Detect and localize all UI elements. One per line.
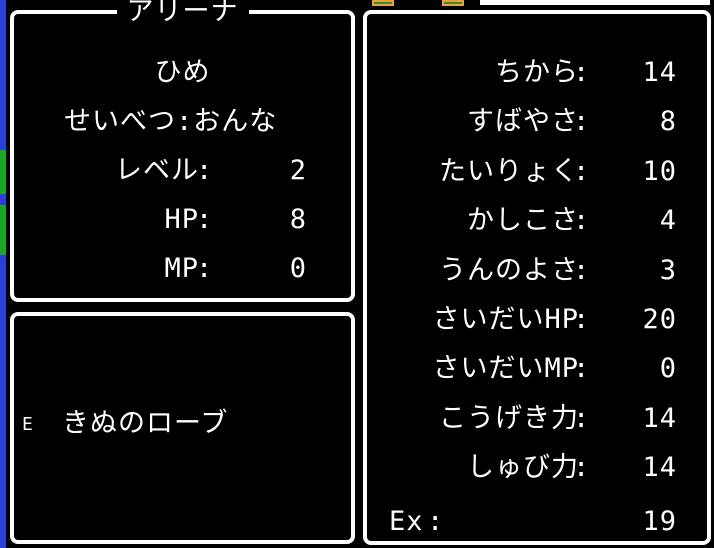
mp-colon: : [196,253,214,284]
gender-colon: : [176,106,194,137]
exp-row: Ex : 19 [367,505,707,539]
exp-value: 19 [642,506,677,537]
stat-colon: : [573,106,591,138]
stat-colon: : [573,205,591,237]
stat-colon: : [573,254,591,286]
level-label: レベル [115,155,199,186]
background-strip-left [0,0,6,548]
character-title: ひめ [154,57,211,88]
stat-colon: : [573,452,591,484]
equipped-marker: E [22,414,34,435]
stat-label: こうげき力 [439,402,579,434]
stat-label: すばやさ [467,106,579,138]
stat-row: ちから: 14 [367,56,707,90]
mp-label: MP [164,253,199,284]
stat-value: 14 [642,452,677,484]
stat-colon: : [573,57,591,88]
stat-value: 4 [659,205,677,237]
status-window: アリーナ ひめ せいべつ:おんな レベル : 2 HP : 8 MP : 0 [10,0,355,302]
mp-value: 0 [289,253,307,284]
stat-row: うんのよさ: 3 [367,254,707,288]
gender-value: おんな [193,106,278,137]
stat-row: たいりょく: 10 [367,155,707,189]
background-grass-tile [0,205,6,255]
equipment-window: E きぬのローブ [10,312,355,544]
stat-row: かしこさ: 4 [367,204,707,238]
hp-value: 8 [289,204,307,235]
stat-row: すばやさ: 8 [367,105,707,139]
stat-value: 20 [642,304,677,335]
party-sprite-icon [442,0,464,6]
mp-row: MP : 0 [14,252,359,286]
stat-value: 0 [659,353,677,385]
stat-label: うんのよさ [439,254,579,286]
stat-value: 14 [642,402,677,434]
background-grass-tile [0,150,6,194]
exp-label: Ex [389,506,424,537]
stat-row: さいだいHP: 20 [367,303,707,337]
stat-value: 10 [642,155,677,187]
stat-value: 3 [659,254,677,286]
character-name: アリーナ [116,0,249,30]
stat-label: ちから [495,57,579,88]
stat-label: かしこさ [467,205,579,237]
stat-row: しゅび力: 14 [367,451,707,485]
stat-label: さいだいMP [432,353,579,385]
stat-row: こうげき力: 14 [367,402,707,436]
gender-row: せいべつ:おんな [64,105,354,139]
stat-colon: : [573,155,591,187]
background-top-bar [480,0,710,5]
stat-label: しゅび力 [467,452,579,484]
party-sprite-icon [372,0,394,6]
stat-colon: : [573,402,591,434]
stat-label: さいだいHP [432,304,579,335]
stat-label: たいりょく [439,155,579,187]
level-row: レベル : 2 [14,154,359,188]
level-value: 2 [289,155,307,186]
hp-colon: : [196,204,214,235]
exp-colon: : [427,506,445,537]
stat-colon: : [573,304,591,335]
stats-window: ちから: 14 すばやさ: 8 たいりょく: 10 かしこさ: 4 うんのよさ: 3 さいだいHP:… [363,10,711,545]
stat-value: 14 [642,57,677,88]
equipped-item: きぬのローブ [62,408,229,439]
gender-label: せいべつ [64,106,176,137]
stat-row: さいだいMP: 0 [367,352,707,386]
stat-value: 8 [659,106,677,138]
hp-label: HP [164,204,199,235]
level-colon: : [196,155,214,186]
hp-row: HP : 8 [14,203,359,237]
stat-colon: : [573,353,591,385]
